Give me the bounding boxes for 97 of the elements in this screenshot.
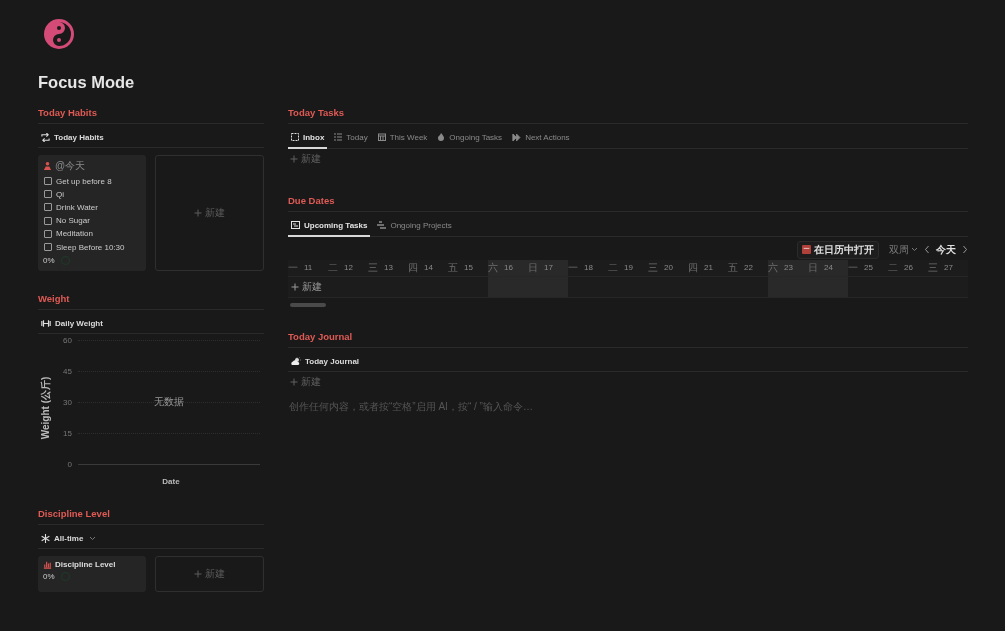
card-title: @今天 [55, 158, 86, 173]
calendar-icon [377, 133, 386, 141]
day-number: 11 [304, 262, 313, 274]
calendar-icon [802, 245, 811, 254]
dumbbell-icon [41, 319, 51, 327]
square-icon [291, 133, 299, 141]
yin-yang-icon [43, 18, 75, 50]
weekday-label: 五 [448, 262, 458, 275]
plus-icon [291, 282, 299, 291]
card-title: Discipline Level [55, 559, 116, 569]
snowflake-icon [41, 533, 50, 543]
day-number: 23 [784, 262, 793, 274]
day-number: 20 [664, 262, 673, 274]
habit-label: Sleep Before 10:30 [56, 242, 125, 252]
section-heading: Today Journal [288, 330, 968, 348]
axis-title: Date [162, 476, 180, 486]
habit-label: No Sugar [56, 216, 90, 226]
axis-title: Weight (公斤) [39, 376, 51, 440]
day-number: 17 [544, 262, 553, 274]
list-icon [334, 133, 343, 141]
tick-label: 60 [62, 335, 72, 345]
view-tab[interactable]: Daily Weight [40, 313, 104, 333]
weekday-label: 六 [768, 262, 778, 275]
section-heading: Weight [38, 292, 264, 310]
weekday-label: 三 [368, 262, 378, 275]
fast-forward-icon [512, 133, 522, 141]
plus-icon [290, 154, 298, 163]
metric-card[interactable]: Discipline Level 0% [38, 555, 146, 592]
tick-label: 30 [62, 397, 72, 407]
chevron-down-icon [89, 535, 97, 541]
weekday-label: 四 [688, 262, 698, 275]
checkbox[interactable] [44, 243, 52, 252]
habit-card[interactable]: @今天 Get up before 8 Qi Drink Water No Sugar Meditation Sleep Before 10:30 0% [38, 154, 146, 271]
day-number: 25 [864, 262, 873, 274]
new-button[interactable]: 新建 [291, 279, 322, 294]
progress-percent: 0% [43, 571, 55, 581]
day-number: 19 [624, 262, 633, 274]
repeat-icon [41, 132, 50, 142]
weekday-label: 三 [648, 262, 658, 275]
day-number: 14 [424, 262, 433, 274]
view-tab[interactable]: Next Actions [509, 127, 573, 149]
no-data-text: 无数据 [153, 394, 185, 409]
habit-label: Meditation [56, 229, 93, 239]
plus-icon [194, 208, 202, 217]
open-in-calendar-button[interactable]: 在日历中打开 [797, 240, 879, 259]
section-heading: Today Tasks [288, 106, 968, 124]
day-number: 24 [824, 262, 833, 274]
checkbox[interactable] [44, 229, 52, 238]
section-heading: Discipline Level [38, 507, 264, 525]
chevron-down-icon [911, 247, 918, 252]
day-number: 18 [584, 262, 593, 274]
section-heading: Due Dates [288, 194, 968, 212]
progress-percent: 0% [43, 255, 55, 265]
steps-icon [377, 221, 387, 229]
habit-label: Qi [56, 189, 64, 199]
day-number: 26 [904, 262, 913, 274]
day-number: 16 [504, 262, 513, 274]
previous-button[interactable] [924, 245, 930, 254]
tick-label: 0 [66, 459, 72, 469]
view-dropdown[interactable]: All-time [40, 528, 98, 548]
view-tab[interactable]: Today Journal [290, 351, 361, 371]
section-heading: Today Habits [38, 106, 264, 124]
view-tab[interactable]: Ongoing Tasks [434, 127, 506, 149]
page-title: Focus Mode [38, 74, 136, 91]
sun-cloud-icon [291, 357, 301, 365]
tick-label: 45 [62, 366, 72, 376]
day-number: 12 [344, 262, 353, 274]
habit-label: Drink Water [56, 202, 98, 212]
day-number: 27 [944, 262, 953, 274]
view-tab[interactable]: Ongoing Projects [374, 215, 455, 237]
checkbox[interactable] [44, 216, 52, 225]
weekday-label: 五 [728, 262, 738, 275]
range-dropdown[interactable]: 双周 [889, 242, 918, 257]
weekday-label: 四 [408, 262, 418, 275]
view-tab[interactable]: This Week [374, 127, 431, 149]
view-tab[interactable]: Today Habits [40, 127, 105, 147]
weekday-label: 六 [488, 262, 498, 275]
plus-icon [290, 377, 298, 386]
checkbox[interactable] [44, 203, 52, 212]
weekday-label: 三 [928, 262, 938, 275]
day-number: 15 [464, 262, 473, 274]
bar-chart-icon [43, 559, 52, 569]
person-icon [43, 161, 52, 170]
day-number: 21 [704, 262, 713, 274]
tick-label: 15 [62, 428, 72, 438]
today-button[interactable]: 今天 [936, 242, 956, 257]
checkbox[interactable] [44, 190, 52, 199]
plus-icon [194, 569, 202, 578]
checkbox[interactable] [44, 177, 52, 186]
view-tab[interactable]: Today [331, 127, 371, 149]
view-tab[interactable]: Upcoming Tasks [288, 215, 371, 237]
view-tab[interactable]: Inbox [288, 127, 328, 149]
timeline-icon [291, 221, 300, 229]
day-number: 13 [384, 262, 393, 274]
habit-label: Get up before 8 [56, 176, 112, 186]
next-button[interactable] [962, 245, 968, 254]
day-number: 22 [744, 262, 753, 274]
